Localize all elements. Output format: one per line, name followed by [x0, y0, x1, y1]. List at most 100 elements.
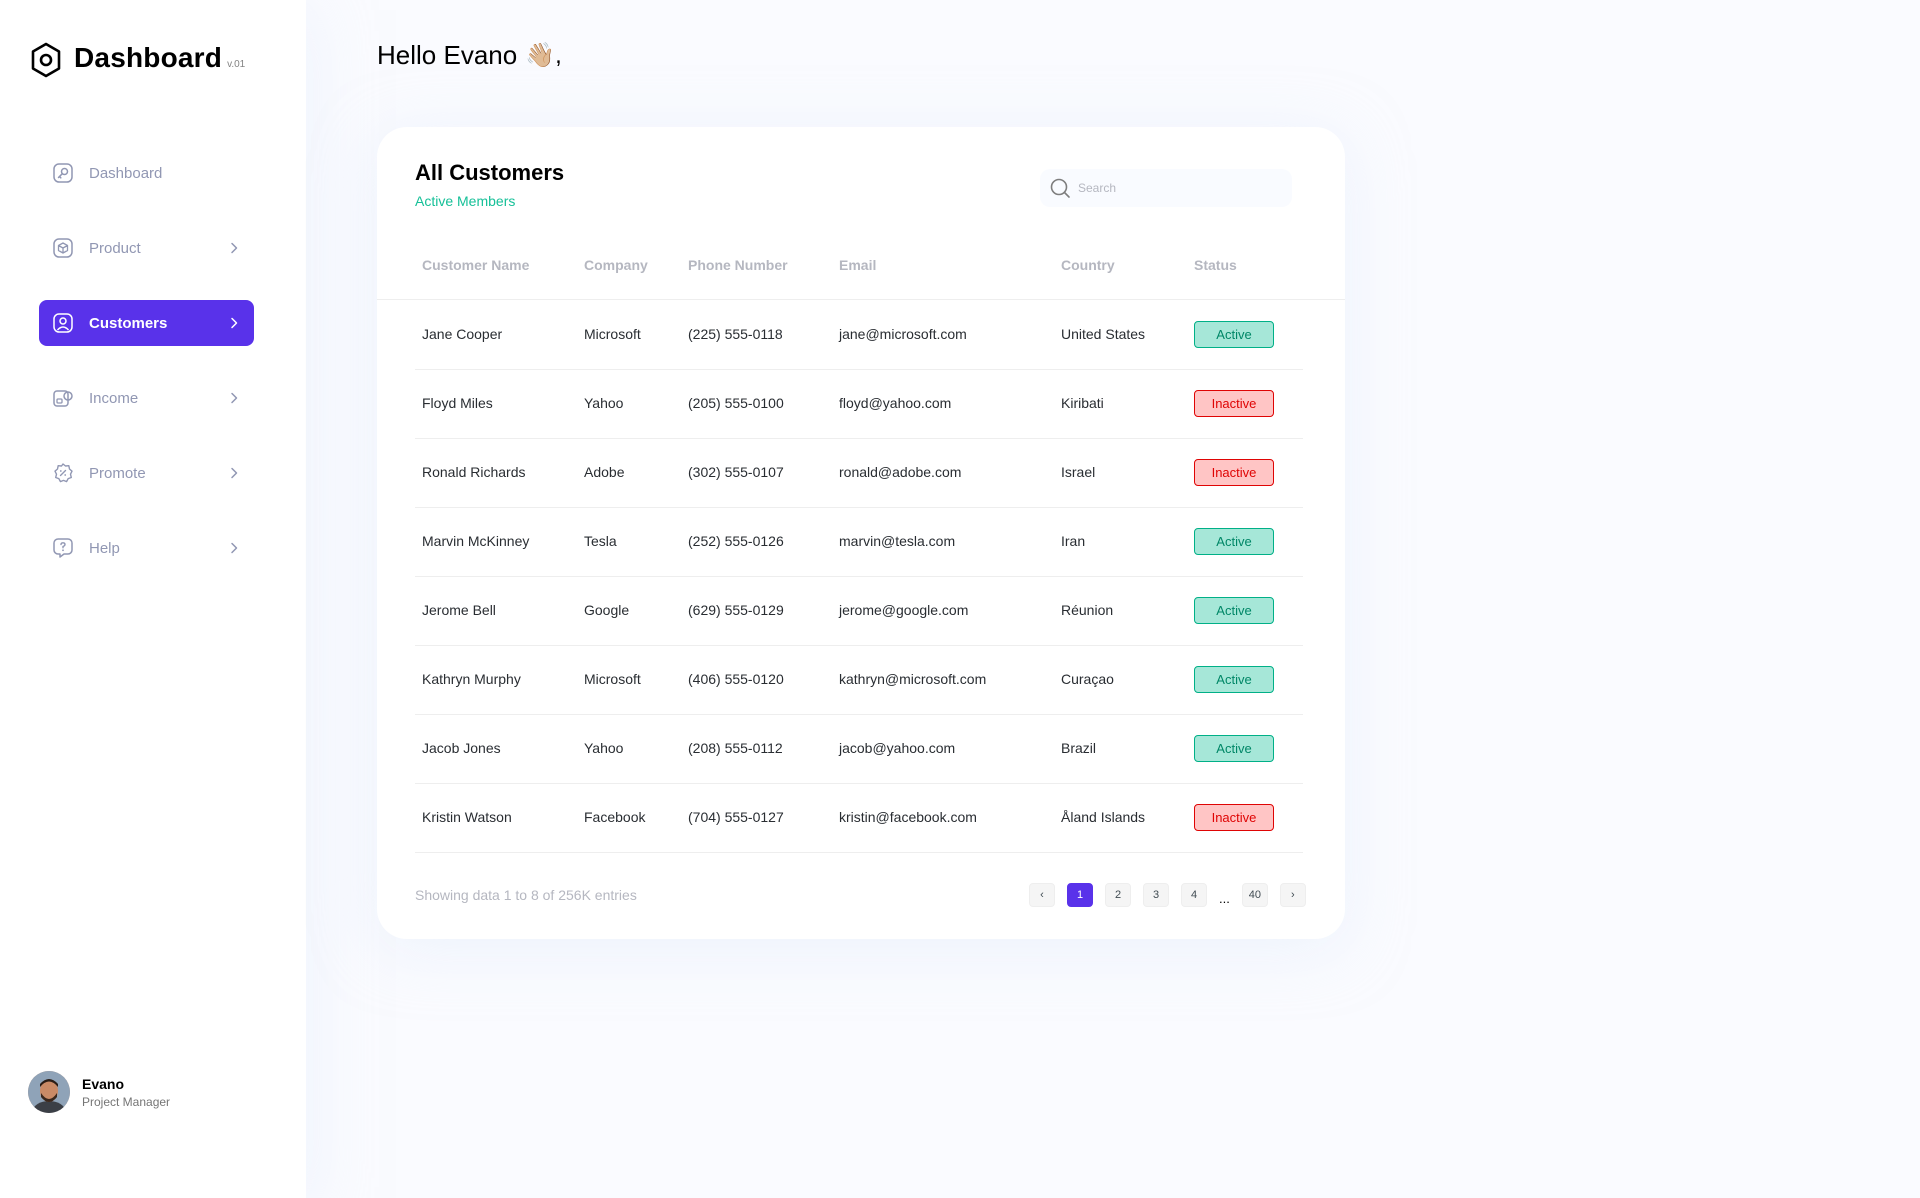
page-last-button[interactable]: 40 — [1241, 883, 1268, 907]
status-badge[interactable]: Active — [1194, 321, 1274, 348]
table-row[interactable]: Marvin McKinney Tesla (252) 555-0126 marvin… — [415, 508, 1303, 577]
cell-phone: (704) 555-0127 — [688, 809, 784, 825]
status-badge[interactable]: Active — [1194, 666, 1274, 693]
cell-customer-name: Jacob Jones — [422, 740, 501, 756]
status-badge[interactable]: Active — [1194, 597, 1274, 624]
prev-page-button[interactable]: ‹ — [1029, 883, 1055, 907]
cell-customer-name: Ronald Richards — [422, 464, 526, 480]
sidebar-item-help[interactable]: Help — [39, 525, 254, 571]
page-2-button[interactable]: 2 — [1105, 883, 1131, 907]
cell-phone: (225) 555-0118 — [688, 326, 783, 342]
cell-email[interactable]: ronald@adobe.com — [839, 464, 961, 480]
sidebar-item-label: Income — [89, 389, 139, 407]
cell-phone: (302) 555-0107 — [688, 464, 784, 480]
table-row[interactable]: Ronald Richards Adobe (302) 555-0107 ronald… — [415, 439, 1303, 508]
cell-company: Adobe — [584, 464, 625, 480]
sidebar-item-label: Customers — [89, 314, 168, 332]
entries-summary: Showing data 1 to 8 of 256K entries — [415, 887, 637, 903]
table-row[interactable]: Kristin Watson Facebook (704) 555-0127 kris… — [415, 784, 1303, 853]
cell-phone: (205) 555-0100 — [688, 395, 784, 411]
search-box[interactable] — [1040, 169, 1292, 207]
sidebar-item-promote[interactable]: Promote — [39, 450, 254, 496]
header-customer-name[interactable]: Customer Name — [422, 257, 529, 273]
search-input[interactable] — [1078, 181, 1268, 195]
cell-country: United States — [1061, 326, 1146, 342]
cell-country: Kiribati — [1061, 395, 1104, 411]
brand-version: v.01 — [227, 59, 246, 70]
cell-customer-name: Marvin McKinney — [422, 533, 530, 549]
cell-phone: (406) 555-0120 — [688, 671, 784, 687]
cell-country: Israel — [1061, 464, 1096, 480]
cell-email[interactable]: jerome@google.com — [839, 602, 968, 618]
cell-country: Curaçao — [1061, 671, 1114, 687]
greeting: Hello Evano 👋🏼, — [377, 40, 562, 71]
table-row[interactable]: Jerome Bell Google (629) 555-0129 jerome@go… — [415, 577, 1303, 646]
cell-email[interactable]: kathryn@microsoft.com — [839, 671, 986, 687]
cell-email[interactable]: marvin@tesla.com — [839, 533, 955, 549]
cell-customer-name: Floyd Miles — [422, 395, 493, 411]
message-question-icon — [51, 536, 75, 560]
brand-title: Dashboard — [74, 42, 223, 73]
page-3-button[interactable]: 3 — [1143, 883, 1169, 907]
wallet-money-icon — [51, 386, 75, 410]
status-badge[interactable]: Active — [1194, 528, 1274, 555]
cell-company: Tesla — [584, 533, 617, 549]
header-email[interactable]: Email — [839, 257, 876, 273]
status-badge[interactable]: Inactive — [1194, 459, 1274, 486]
sidebar-item-label: Promote — [89, 464, 146, 482]
cell-company: Yahoo — [584, 740, 624, 756]
status-badge[interactable]: Inactive — [1194, 804, 1274, 831]
table-row[interactable]: Jane Cooper Microsoft (225) 555-0118 jane@m… — [415, 301, 1303, 370]
card-subtitle[interactable]: Active Members — [415, 193, 515, 209]
page-4-button[interactable]: 4 — [1181, 883, 1207, 907]
customers-card: All Customers Active Members Customer Na… — [377, 127, 1345, 939]
pagination-ellipsis: ... — [1219, 890, 1230, 906]
header-phone-number[interactable]: Phone Number — [688, 257, 788, 273]
cell-company: Yahoo — [584, 395, 624, 411]
user-square-icon — [51, 311, 75, 335]
sidebar-item-income[interactable]: Income — [39, 375, 254, 421]
header-country[interactable]: Country — [1061, 257, 1115, 273]
chevron-right-icon — [231, 242, 238, 254]
chevron-right-icon — [231, 542, 238, 554]
cell-email[interactable]: kristin@facebook.com — [839, 809, 977, 825]
user-profile[interactable]: Evano Project Manager — [28, 1071, 170, 1113]
header-company[interactable]: Company — [584, 257, 648, 273]
cell-country: Réunion — [1061, 602, 1114, 618]
cell-company: Microsoft — [584, 326, 641, 342]
cell-country: Åland Islands — [1061, 809, 1146, 825]
cell-email[interactable]: floyd@yahoo.com — [839, 395, 951, 411]
table-row[interactable]: Floyd Miles Yahoo (205) 555-0100 floyd@yaho… — [415, 370, 1303, 439]
discount-shape-icon — [51, 461, 75, 485]
table-header: Customer Name Company Phone Number Email… — [377, 237, 1345, 300]
chevron-right-icon — [231, 392, 238, 404]
profile-name: Evano — [82, 1075, 125, 1092]
brand[interactable]: Dashboard v.01 — [30, 38, 245, 78]
sidebar-item-dashboard[interactable]: Dashboard — [39, 150, 254, 196]
cell-country: Brazil — [1061, 740, 1097, 756]
sidebar: Dashboard v.01 Dashboard Product Customers… — [0, 0, 306, 1198]
cell-email[interactable]: jane@microsoft.com — [839, 326, 967, 342]
waving-hand-icon: 👋🏼, — [525, 42, 562, 69]
chevron-right-icon — [231, 317, 238, 329]
greeting-text: Hello Evano — [377, 40, 518, 70]
sidebar-item-label: Help — [89, 539, 120, 557]
cell-customer-name: Kathryn Murphy — [422, 671, 521, 687]
header-status[interactable]: Status — [1194, 257, 1237, 273]
table-row[interactable]: Jacob Jones Yahoo (208) 555-0112 jacob@yaho… — [415, 715, 1303, 784]
page-1-button[interactable]: 1 — [1067, 883, 1093, 907]
cell-email[interactable]: jacob@yahoo.com — [839, 740, 955, 756]
cell-company: Microsoft — [584, 671, 641, 687]
cell-customer-name: Jerome Bell — [422, 602, 496, 618]
cell-company: Google — [584, 602, 630, 618]
sidebar-item-label: Product — [89, 239, 141, 257]
table-row[interactable]: Kathryn Murphy Microsoft (406) 555-0120 kat… — [415, 646, 1303, 715]
sidebar-item-customers[interactable]: Customers — [39, 300, 254, 346]
status-badge[interactable]: Inactive — [1194, 390, 1274, 417]
status-badge[interactable]: Active — [1194, 735, 1274, 762]
avatar-illustration-icon — [28, 1071, 70, 1113]
sidebar-item-label: Dashboard — [89, 164, 163, 182]
next-page-button[interactable]: › — [1279, 883, 1306, 907]
sidebar-item-product[interactable]: Product — [39, 225, 254, 271]
cell-customer-name: Kristin Watson — [422, 809, 512, 825]
